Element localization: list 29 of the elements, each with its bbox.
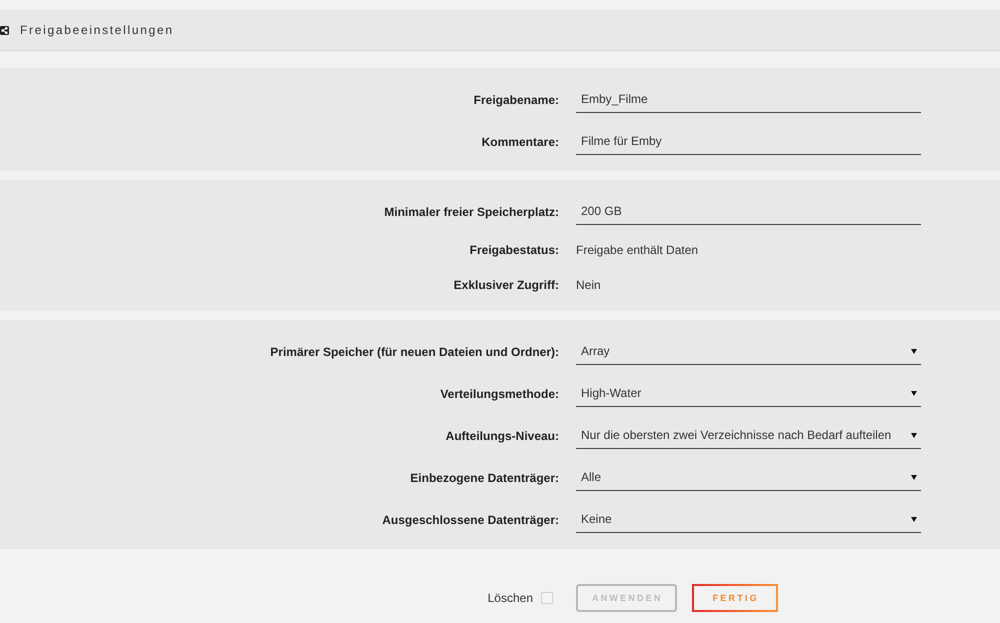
dropdown[interactable]: High-Water: [576, 380, 921, 407]
caret-icon: [911, 390, 917, 396]
page-title: Freigabeeinstellungen: [20, 23, 174, 37]
caret-icon: [911, 432, 917, 438]
dropdown[interactable]: Nur die obersten zwei Verzeichnisse nach Bedarf aufteilen: [576, 422, 921, 449]
dropdown[interactable]: Array: [576, 338, 921, 365]
checkbox[interactable]: [541, 592, 553, 604]
field-label: Freigabestatus:: [470, 243, 559, 257]
field-label: Minimaler freier Speicherplatz:: [384, 204, 559, 218]
caret-icon: [911, 474, 917, 480]
field-value: Freigabe enthält Daten: [576, 242, 698, 259]
text-field[interactable]: Emby_Filme: [576, 86, 921, 113]
field-label: Verteilungsmethode:: [440, 386, 559, 400]
field-label: Freigabename:: [474, 92, 559, 106]
text-field[interactable]: Filme für Emby: [576, 128, 921, 155]
checkbox-label: Löschen: [488, 591, 533, 605]
field-value: Nein: [576, 277, 601, 294]
dropdown[interactable]: Keine: [576, 506, 921, 533]
field-label: Kommentare:: [482, 134, 559, 148]
field-label: Ausgeschlossene Datenträger:: [382, 512, 559, 526]
share-icon: [0, 26, 9, 34]
field-label: Primärer Speicher (für neuen Dateien und Ordner):: [270, 344, 559, 358]
caret-icon: [911, 348, 917, 354]
field-label: Aufteilungs-Niveau:: [446, 428, 559, 442]
caret-icon: [911, 516, 917, 522]
field-label: Exklusiver Zugriff:: [454, 278, 559, 292]
text-field[interactable]: 200 GB: [576, 198, 921, 225]
field-label: Einbezogene Datenträger:: [410, 470, 559, 484]
dropdown[interactable]: Alle: [576, 464, 921, 491]
